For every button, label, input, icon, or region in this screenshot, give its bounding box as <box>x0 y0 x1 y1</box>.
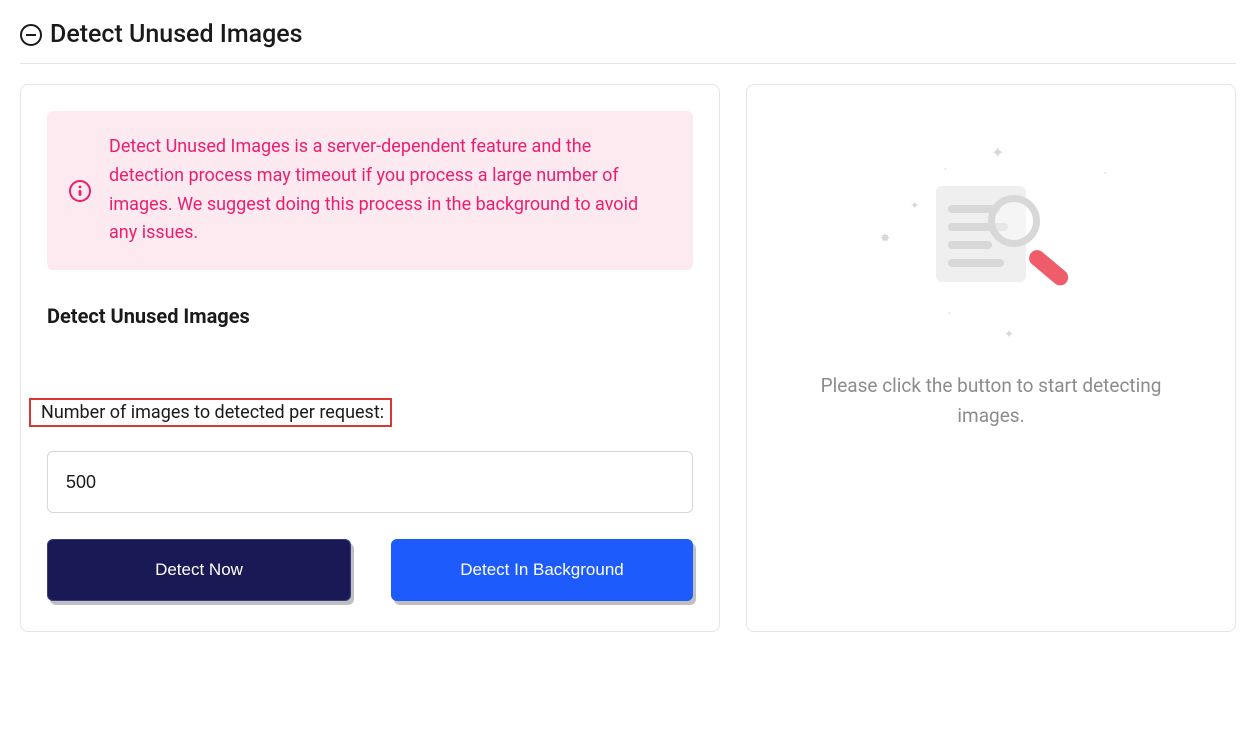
results-panel: ✦ • ✦ • ✸ • ✦ Please click the button to… <box>746 84 1236 632</box>
document-line <box>948 241 992 249</box>
action-buttons-row: Detect Now Detect In Background <box>47 539 693 605</box>
images-per-request-input[interactable] <box>47 451 693 513</box>
sparkle-icon: ✦ <box>1004 327 1014 341</box>
input-label: Number of images to detected per request… <box>41 402 384 423</box>
info-icon <box>69 180 91 202</box>
sparkle-icon: • <box>944 165 947 174</box>
form-heading: Detect Unused Images <box>47 304 693 328</box>
page-title: Detect Unused Images <box>50 20 303 49</box>
sparkle-icon: ✦ <box>910 199 919 212</box>
input-label-highlight: Number of images to detected per request… <box>29 398 392 427</box>
empty-state-text: Please click the button to start detecti… <box>773 371 1209 432</box>
settings-panel: Detect Unused Images is a server-depende… <box>20 84 720 632</box>
magnifier-handle-icon <box>1026 247 1072 289</box>
sparkle-icon: • <box>1104 169 1107 178</box>
empty-state-illustration: ✦ • ✦ • ✸ • ✦ <box>876 141 1106 341</box>
detect-in-background-button[interactable]: Detect In Background <box>391 539 693 601</box>
sparkle-icon: ✦ <box>991 143 1004 162</box>
detect-now-button[interactable]: Detect Now <box>47 539 351 601</box>
info-banner-text: Detect Unused Images is a server-depende… <box>109 133 665 248</box>
sparkle-icon: ✸ <box>880 231 890 245</box>
info-banner: Detect Unused Images is a server-depende… <box>47 111 693 270</box>
section-header: Detect Unused Images <box>20 20 1236 64</box>
magnifier-lens-icon <box>988 195 1040 247</box>
sparkle-icon: • <box>948 309 951 318</box>
panels-row: Detect Unused Images is a server-depende… <box>20 84 1236 632</box>
document-line <box>948 259 1004 267</box>
collapse-icon[interactable] <box>20 24 42 46</box>
